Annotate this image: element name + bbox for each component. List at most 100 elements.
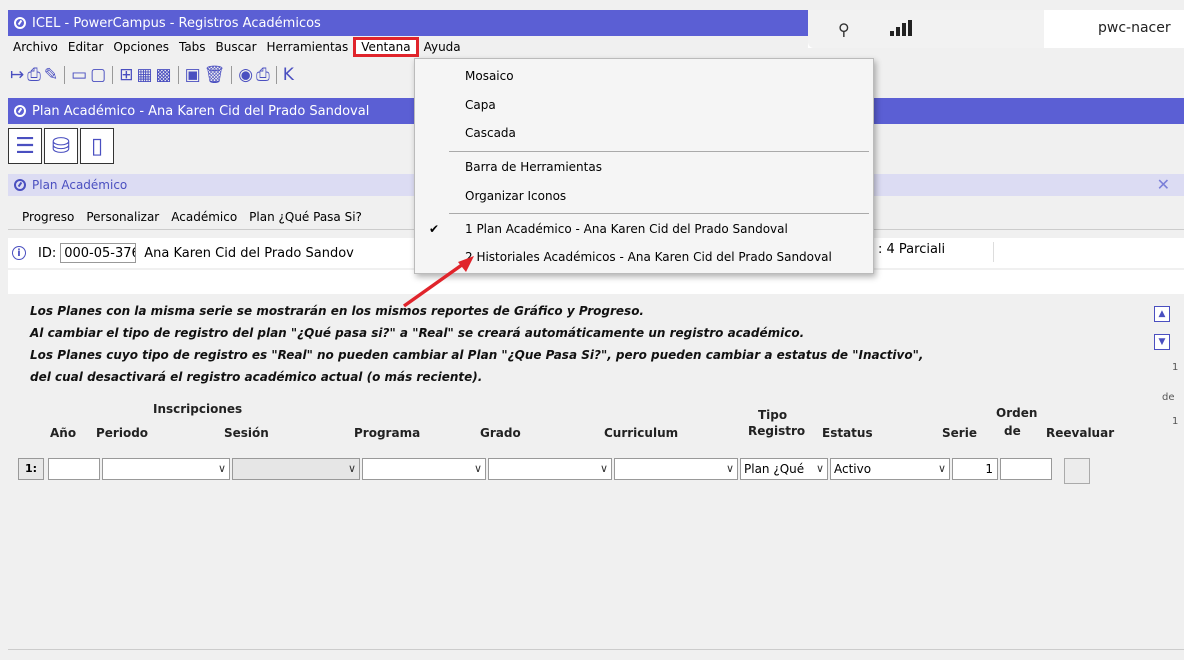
header-estatus: Estatus	[822, 426, 873, 440]
header-inscripciones: Inscripciones	[153, 402, 243, 416]
header-periodo: Periodo	[96, 426, 149, 440]
reevaluar-checkbox[interactable]	[1064, 458, 1090, 484]
grid-icon[interactable]: ▦	[136, 65, 152, 85]
row-number: 1:	[18, 458, 44, 480]
estatus-value: Activo	[834, 462, 872, 476]
close-icon[interactable]: ✕	[1157, 175, 1170, 194]
window-titlebar: ICEL - PowerCampus - Registros Académico…	[8, 10, 828, 36]
menubar: Archivo Editar Opciones Tabs Buscar Herr…	[8, 36, 808, 58]
header-programa: Programa	[354, 426, 421, 440]
serie-value: 1	[985, 462, 993, 476]
module-icon-row: ☰ ⛁ ▯	[8, 128, 114, 164]
menu-ayuda[interactable]: Ayuda	[419, 37, 466, 57]
grado-select[interactable]: ∨	[488, 458, 612, 480]
info-icon[interactable]: i	[12, 246, 26, 260]
header-tipo: Tipo	[758, 408, 788, 422]
note-1: Los Planes con la misma serie se mostrar…	[30, 304, 644, 318]
tab-academico[interactable]: Académico	[165, 210, 243, 224]
first-record-icon[interactable]: K	[283, 65, 294, 85]
tab-personalizar[interactable]: Personalizar	[80, 210, 165, 224]
toolbar-separator	[64, 66, 66, 84]
view-eye-icon[interactable]: ◉	[238, 65, 253, 85]
grid-alt-icon[interactable]: ▩	[156, 65, 172, 85]
page-of-label: de	[1162, 392, 1175, 403]
chevron-down-icon: ∨	[217, 462, 226, 475]
unpin-icon[interactable]: ⚲	[838, 20, 850, 39]
plan-content: Los Planes con la misma serie se mostrar…	[8, 294, 1184, 650]
window-title: ICEL - PowerCampus - Registros Académico…	[32, 15, 321, 31]
note-4: del cual desactivará el registro académi…	[30, 370, 483, 384]
scroll-down-button[interactable]: ▼	[1154, 334, 1170, 350]
menu-item-organizar-iconos[interactable]: Organizar Iconos	[415, 184, 873, 208]
serie-input[interactable]: 1	[952, 458, 998, 480]
toolbar-separator	[112, 66, 114, 84]
new-document-icon[interactable]: ⊞	[119, 65, 133, 85]
chevron-down-icon: ∨	[347, 462, 356, 475]
menu-tabs[interactable]: Tabs	[174, 37, 211, 57]
menu-herramientas[interactable]: Herramientas	[262, 37, 354, 57]
scroll-up-button[interactable]: ▲	[1154, 306, 1170, 322]
clipboard-icon[interactable]: ▯	[80, 128, 114, 164]
delete-icon[interactable]: 🗑	[204, 65, 226, 85]
powercampus-logo-icon	[14, 179, 26, 191]
header-serie: Serie	[942, 426, 977, 440]
menu-ventana[interactable]: Ventana	[353, 37, 419, 57]
panel-title: Plan Académico	[32, 178, 128, 192]
menu-opciones[interactable]: Opciones	[108, 37, 174, 57]
edit-pen-icon[interactable]: ✎	[44, 65, 58, 85]
powercampus-logo-icon	[14, 17, 26, 29]
programa-select[interactable]: ∨	[362, 458, 486, 480]
periodo-select[interactable]: ∨	[102, 458, 230, 480]
ventana-dropdown: Mosaico Capa Cascada Barra de Herramient…	[414, 58, 874, 274]
toolbar-separator	[231, 66, 233, 84]
subwindow-title: Plan Académico - Ana Karen Cid del Prado…	[32, 103, 370, 119]
header-registro: Registro	[748, 424, 806, 438]
open-folder-icon[interactable]: ▭	[71, 65, 87, 85]
toolbar-separator	[177, 66, 179, 84]
tab-plan-que-pasa-si[interactable]: Plan ¿Qué Pasa Si?	[243, 210, 368, 224]
chevron-down-icon: ∨	[473, 462, 482, 475]
header-orden: Orden	[996, 406, 1038, 420]
curriculum-select[interactable]: ∨	[614, 458, 738, 480]
parcial-label: : 4 Parciali	[876, 242, 994, 262]
exit-icon[interactable]: ↦	[10, 65, 24, 85]
menu-item-mosaico[interactable]: Mosaico	[415, 64, 873, 88]
orden-input[interactable]	[1000, 458, 1052, 480]
menu-item-capa[interactable]: Capa	[415, 93, 873, 117]
menu-buscar[interactable]: Buscar	[211, 37, 262, 57]
header-reevaluar: Reevaluar	[1046, 426, 1115, 440]
chevron-down-icon: ∨	[725, 462, 734, 475]
menu-item-barra-herramientas[interactable]: Barra de Herramientas	[415, 155, 873, 179]
checklist-icon[interactable]: ☰	[8, 128, 42, 164]
menu-item-window-2[interactable]: 2 Historiales Académicos - Ana Karen Cid…	[415, 245, 873, 269]
print-preview-icon[interactable]: ⎙	[256, 65, 270, 85]
tipo-registro-select[interactable]: Plan ¿Qué ∨	[740, 458, 828, 480]
app-root: ICEL - PowerCampus - Registros Académico…	[0, 0, 1184, 660]
menu-item-window-1[interactable]: ✔ 1 Plan Académico - Ana Karen Cid del P…	[415, 217, 873, 241]
tab-progreso[interactable]: Progreso	[16, 210, 80, 224]
toolbar-separator	[275, 66, 277, 84]
header-de: de	[1004, 424, 1021, 438]
menu-separator	[449, 151, 869, 152]
signal-strength-icon	[890, 20, 912, 36]
print-icon[interactable]: ⎙	[27, 65, 41, 85]
chevron-down-icon: ∨	[815, 462, 824, 475]
network-panel-inner: ⚲	[808, 10, 1044, 48]
student-id-input[interactable]	[60, 243, 137, 263]
note-2: Al cambiar el tipo de registro del plan …	[30, 326, 805, 340]
anio-input[interactable]	[48, 458, 100, 480]
network-panel: ⚲ pwc-nacer	[808, 10, 1184, 48]
menu-archivo[interactable]: Archivo	[8, 37, 63, 57]
tipo-registro-value: Plan ¿Qué	[744, 462, 805, 476]
window-icon[interactable]: ▢	[90, 65, 106, 85]
database-icon[interactable]: ⛁	[44, 128, 78, 164]
network-user-label: pwc-nacer	[1098, 20, 1171, 36]
estatus-select[interactable]: Activo ∨	[830, 458, 950, 480]
menu-item-cascada[interactable]: Cascada	[415, 121, 873, 145]
id-label: ID:	[38, 245, 57, 261]
sesion-select[interactable]: ∨	[232, 458, 360, 480]
menu-editar[interactable]: Editar	[63, 37, 109, 57]
notes: Los Planes con la misma serie se mostrar…	[30, 300, 980, 388]
save-icon[interactable]: ▣	[185, 65, 201, 85]
header-sesion: Sesión	[224, 426, 269, 440]
